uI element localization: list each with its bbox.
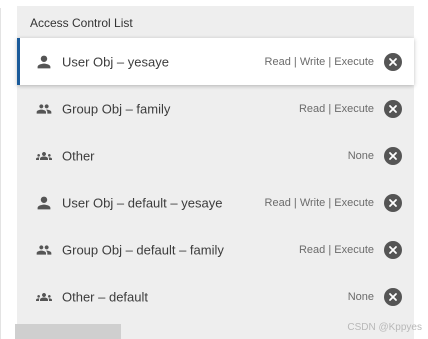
acl-panel: Access Control List User Obj – yesaye Re… (17, 6, 414, 339)
acl-row-default-other[interactable]: Other – default None (17, 273, 414, 320)
watermark: CSDN @Kppyes (347, 322, 422, 333)
close-circle-icon[interactable] (384, 240, 402, 259)
acl-entry-permissions: None (347, 149, 374, 162)
acl-entry-name: Group Obj – family (62, 101, 171, 116)
acl-entry-permissions: None (347, 290, 374, 303)
group-icon (33, 100, 55, 118)
user-icon (33, 53, 55, 71)
left-edge-divider (0, 8, 1, 339)
close-circle-icon[interactable] (384, 287, 402, 306)
other-users-icon (33, 147, 55, 165)
acl-entry-name: User Obj – default – yesaye (62, 195, 223, 210)
acl-row-default-user-obj[interactable]: User Obj – default – yesaye Read | Write… (17, 179, 414, 226)
acl-entry-name: Group Obj – default – family (62, 242, 224, 257)
close-circle-icon[interactable] (384, 146, 402, 165)
acl-list: User Obj – yesaye Read | Write | Execute… (17, 38, 414, 320)
group-icon (33, 241, 55, 259)
acl-entry-permissions: Read | Write | Execute (264, 196, 374, 209)
close-circle-icon[interactable] (384, 52, 402, 71)
close-circle-icon[interactable] (384, 193, 402, 212)
acl-entry-name: Other (62, 148, 95, 163)
acl-entry-name: User Obj – yesaye (62, 54, 169, 69)
close-circle-icon[interactable] (384, 99, 402, 118)
acl-entry-permissions: Read | Execute (298, 243, 374, 256)
acl-entry-permissions: Read | Execute (298, 102, 374, 115)
panel-title: Access Control List (30, 16, 133, 30)
other-users-icon (33, 288, 55, 306)
acl-row-user-obj[interactable]: User Obj – yesaye Read | Write | Execute (17, 38, 414, 85)
acl-row-other[interactable]: Other None (17, 132, 414, 179)
acl-entry-permissions: Read | Write | Execute (264, 55, 374, 68)
add-entry-button[interactable] (15, 324, 121, 339)
acl-entry-name: Other – default (62, 289, 148, 304)
acl-row-group-obj[interactable]: Group Obj – family Read | Execute (17, 85, 414, 132)
user-icon (33, 194, 55, 212)
acl-row-default-group-obj[interactable]: Group Obj – default – family Read | Exec… (17, 226, 414, 273)
